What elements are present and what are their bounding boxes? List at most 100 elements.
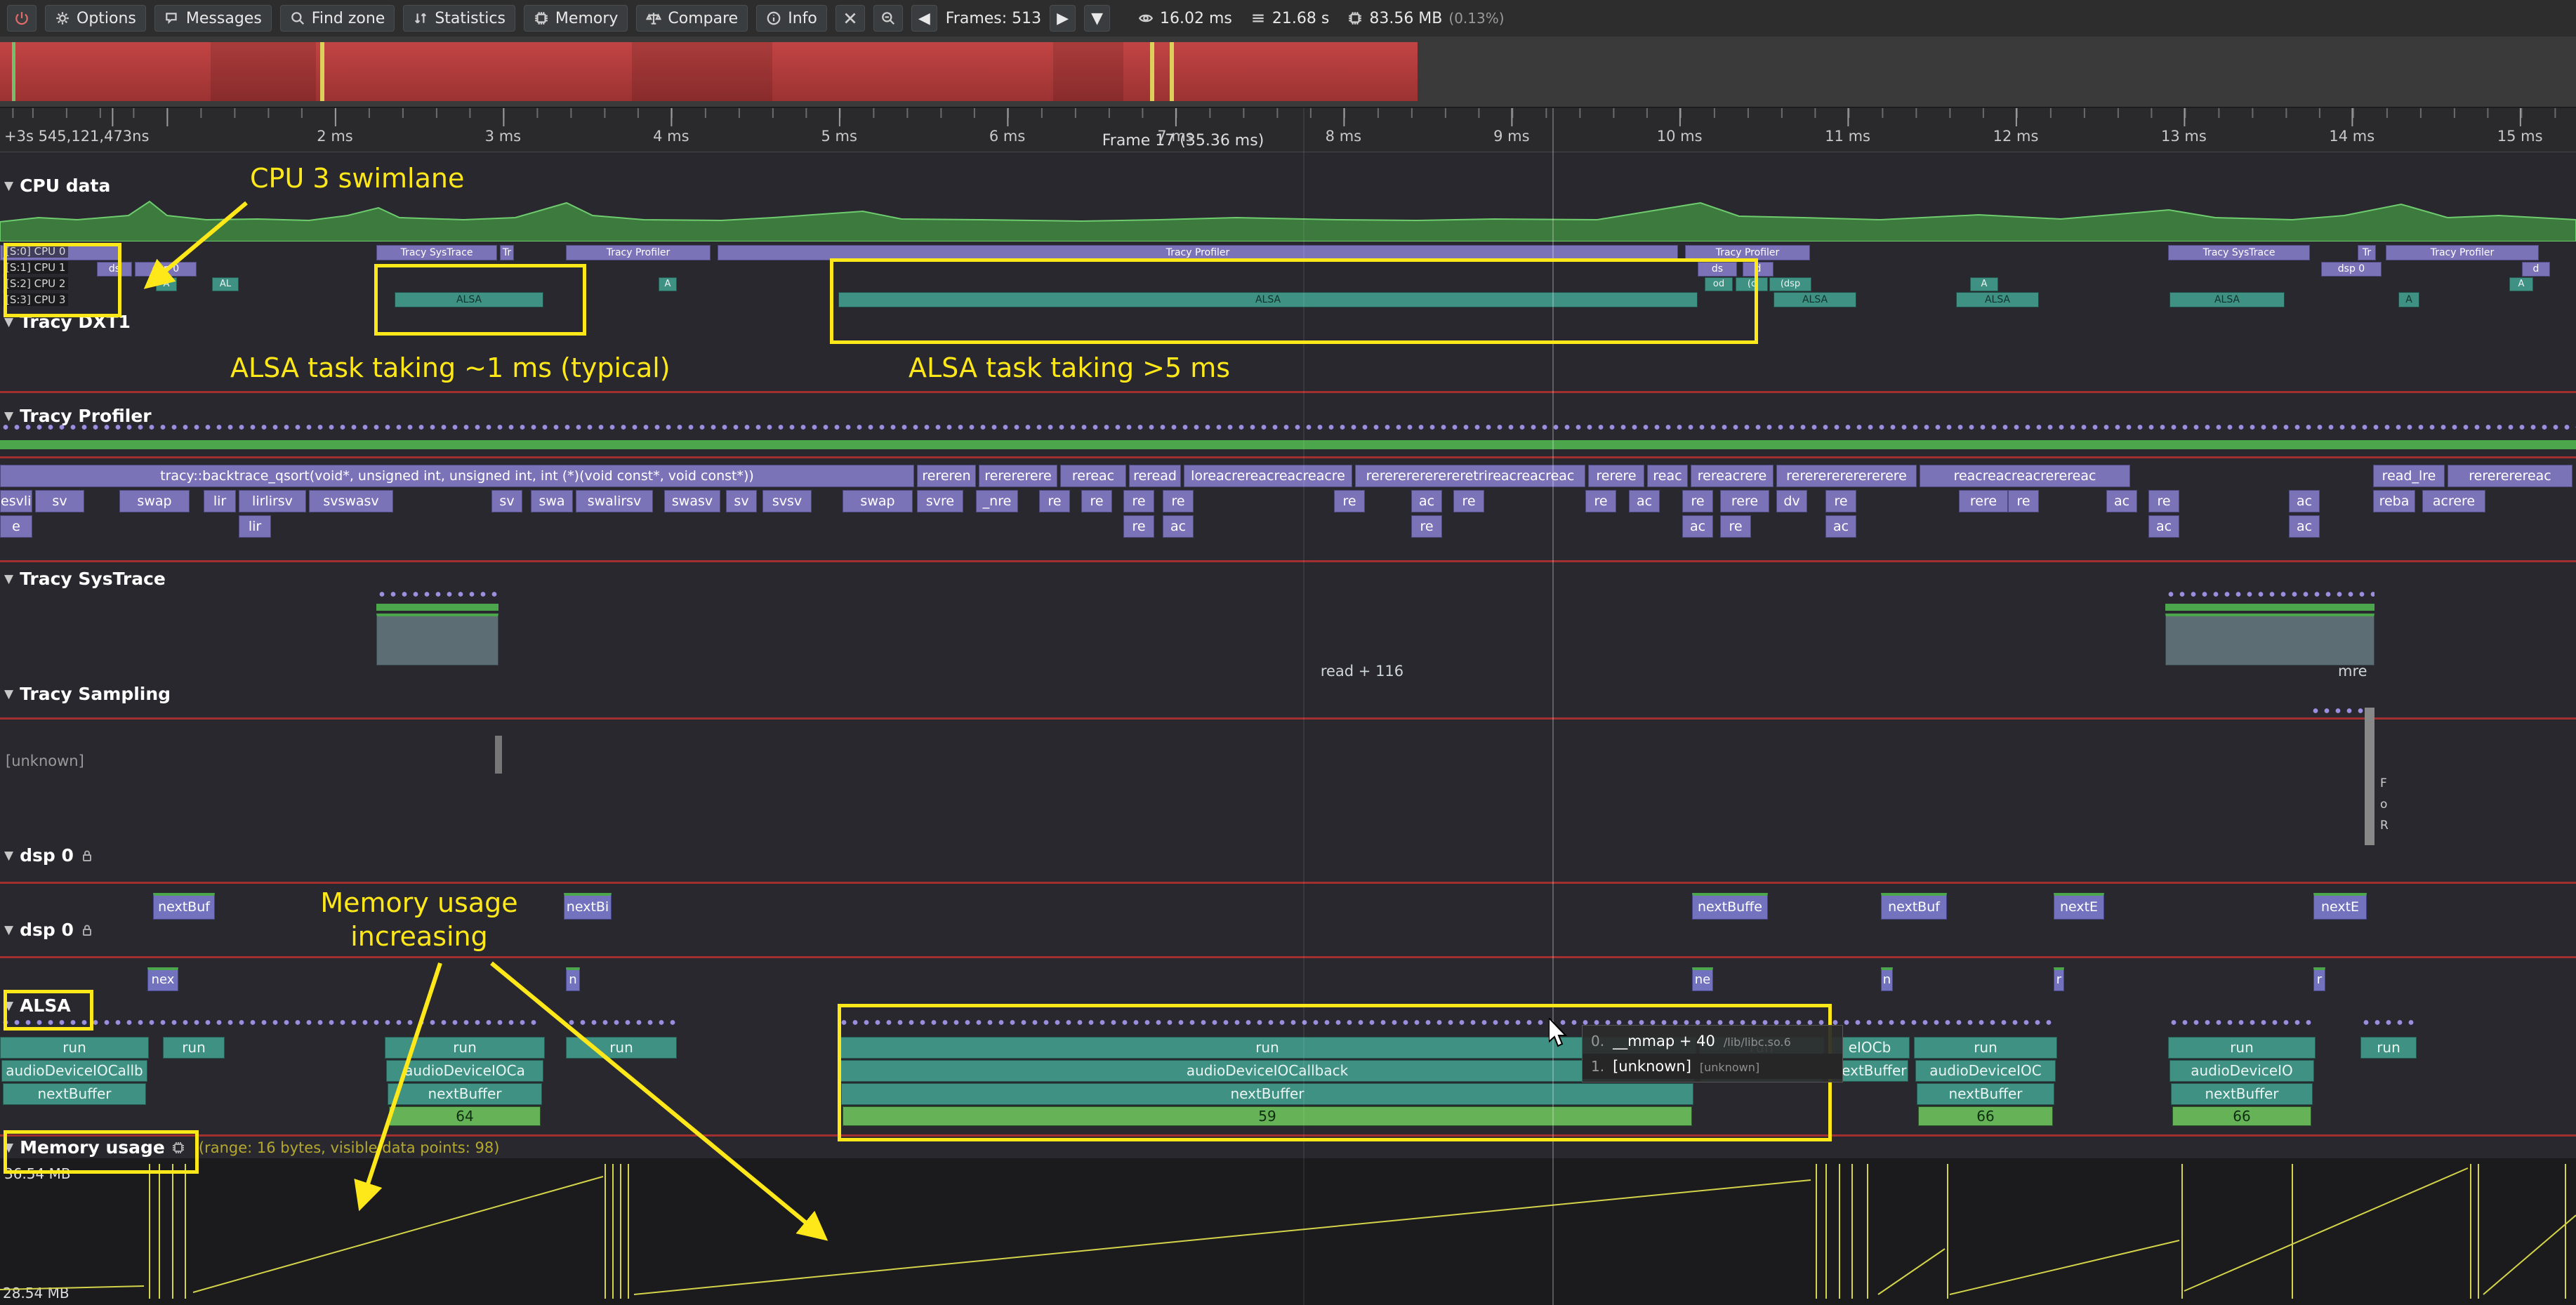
cpu1-zone[interactable]: dsp 0 (135, 262, 197, 277)
profiler-zone[interactable]: ac (1629, 490, 1660, 512)
memory-button[interactable]: Memory (524, 5, 628, 32)
alsa-zone[interactable]: run (566, 1037, 677, 1059)
alsa-zone[interactable]: run (0, 1037, 149, 1059)
profiler-zone[interactable]: re (1163, 490, 1194, 512)
dsp-zone[interactable]: ne (1692, 967, 1713, 991)
dsp-zone[interactable]: n (566, 967, 580, 991)
cpu1-zone[interactable]: dsp 0 (2321, 262, 2382, 277)
systrace-zone[interactable] (376, 614, 498, 665)
collapse-triangle-icon[interactable]: ▼ (4, 923, 13, 937)
messages-button[interactable]: Messages (154, 5, 272, 32)
profiler-zone[interactable]: reread (1129, 465, 1181, 487)
profiler-zone[interactable]: re (1682, 490, 1713, 512)
profiler-zone[interactable]: reac (1647, 465, 1688, 487)
profiler-zone[interactable]: esvlirswa (0, 490, 32, 512)
info-button[interactable]: Info (756, 5, 827, 32)
profiler-zone[interactable]: re (1039, 490, 1070, 512)
compare-button[interactable]: Compare (636, 5, 748, 32)
cpu3-alsa-zone[interactable]: ALSA (1956, 292, 2039, 307)
options-button[interactable]: Options (45, 5, 146, 32)
profiler-zone[interactable]: e (0, 515, 32, 538)
collapse-triangle-icon[interactable]: ▼ (4, 179, 13, 193)
profiler-zone[interactable]: rerererererereretrireacreacreac (1355, 465, 1585, 487)
collapse-triangle-icon[interactable]: ▼ (4, 999, 13, 1013)
alsa-zone[interactable]: run (163, 1037, 225, 1059)
alsa-zone[interactable]: audioDeviceIOCallback (840, 1060, 1695, 1082)
alsa-zone[interactable]: audioDeviceIOC (1915, 1060, 2056, 1082)
dsp-zone[interactable]: nex (147, 967, 178, 991)
profiler-zone[interactable]: re (2008, 490, 2039, 512)
alsa-zone[interactable]: run (385, 1037, 545, 1059)
profiler-zone[interactable]: ac (1163, 515, 1194, 538)
dsp-zone[interactable]: nextBuffe (1692, 893, 1768, 920)
profiler-zone[interactable]: swap (843, 490, 913, 512)
profiler-zone[interactable]: rerererereac (2448, 465, 2572, 487)
profiler-zone[interactable]: re (2148, 490, 2179, 512)
section-header-tracy-profiler[interactable]: ▼Tracy Profiler (4, 406, 152, 426)
profiler-zone[interactable]: lirlirsv (239, 490, 306, 512)
profiler-zone[interactable]: dv (1776, 490, 1807, 512)
dsp-zone[interactable]: nextBuf (153, 893, 215, 920)
alsa-zone[interactable]: run (1914, 1037, 2057, 1059)
profiler-zone[interactable]: tracy::backtrace_qsort(void*, unsigned i… (0, 465, 914, 487)
find-zone-button[interactable]: Find zone (280, 5, 395, 32)
profiler-zone[interactable]: swalirsv (576, 490, 653, 512)
profiler-zone[interactable]: ac (2289, 490, 2320, 512)
systrace-zone[interactable] (2165, 614, 2374, 665)
section-header-tracy-sampling[interactable]: ▼Tracy Sampling (4, 684, 171, 704)
section-header-memory-usage[interactable]: ▼Memory usage(range: 16 bytes, visible d… (4, 1137, 499, 1158)
profiler-zone[interactable]: ac (2148, 515, 2179, 538)
frame-overview-strip[interactable] (0, 37, 2576, 108)
cpu0-zone[interactable]: Tracy Profiler (1685, 245, 1810, 260)
alsa-zone[interactable]: nextBuffer (841, 1083, 1693, 1105)
alsa-zone[interactable]: audioDeviceIOCallb (1, 1060, 147, 1082)
cpu-usage-graph[interactable] (0, 198, 2576, 241)
profiler-zone[interactable]: rere (1720, 490, 1769, 512)
profiler-zone[interactable]: sv (491, 490, 522, 512)
cpu0-zone[interactable]: Tr (2358, 245, 2376, 260)
profiler-zone[interactable]: re (1720, 515, 1751, 538)
profiler-zone[interactable]: re (1585, 490, 1616, 512)
profiler-zone[interactable]: rereren (917, 465, 976, 487)
section-header-dsp-0[interactable]: ▼dsp 0 (4, 920, 94, 940)
cpu1-zone[interactable]: ds (97, 262, 132, 277)
collapse-triangle-icon[interactable]: ▼ (4, 409, 13, 423)
profiler-zone[interactable]: ac (2289, 515, 2320, 538)
zoom-to-frame-button[interactable]: ▼ (1084, 5, 1110, 32)
profiler-zone[interactable]: reacreacreacrerereac (1920, 465, 2130, 487)
sampling-zone[interactable] (2365, 708, 2374, 845)
cpu0-zone[interactable]: Tracy Profiler (718, 245, 1678, 260)
profiler-zone[interactable]: sv (35, 490, 84, 512)
tools-button[interactable] (835, 5, 865, 32)
dsp-zone[interactable]: nextBi (564, 893, 612, 920)
profiler-zone[interactable]: sv (726, 490, 757, 512)
profiler-zone[interactable]: svre (917, 490, 963, 512)
profiler-zone[interactable]: ac (2106, 490, 2137, 512)
profiler-zone[interactable]: re (1453, 490, 1484, 512)
profiler-zone[interactable]: _nre (976, 490, 1018, 512)
profiler-zone[interactable]: rere (1959, 490, 2008, 512)
alsa-zone[interactable]: nextBuffer (2171, 1083, 2313, 1105)
dsp-zone[interactable]: nextE (2313, 893, 2367, 920)
cpu2-zone[interactable]: od (1705, 277, 1733, 291)
cpu0-zone[interactable]: Tracy Profiler (566, 245, 711, 260)
cpu3-alsa-zone[interactable]: ALSA (1774, 292, 1856, 307)
cpu2-zone[interactable]: (dsp (1769, 277, 1811, 291)
profiler-zone[interactable]: ac (1825, 515, 1856, 538)
cpu2-zone[interactable]: A (1970, 277, 1998, 291)
section-header-tracy-systrace[interactable]: ▼Tracy SysTrace (4, 569, 166, 589)
cpu3-alsa-zone[interactable]: ALSA (838, 292, 1698, 307)
cpu3-alsa-zone[interactable]: ALSA (395, 292, 543, 307)
next-frame-button[interactable]: ▶ (1050, 5, 1076, 32)
profiler-zone[interactable]: re (1334, 490, 1365, 512)
cpu2-zone[interactable]: A (156, 277, 177, 291)
cpu1-zone[interactable]: d (2522, 262, 2550, 277)
cpu3-alsa-zone[interactable]: ALSA (2169, 292, 2285, 307)
profiler-zone[interactable]: acrere (2422, 490, 2485, 512)
cpu0-zone[interactable]: Tracy SysTrace (2168, 245, 2310, 260)
alsa-zone[interactable]: nextBuffer (3, 1083, 146, 1105)
profiler-zone[interactable]: ac (1411, 490, 1442, 512)
dsp-zone[interactable]: nextE (2054, 893, 2104, 920)
cpu1-zone[interactable]: ds (1698, 262, 1737, 277)
profiler-zone[interactable]: re (1825, 490, 1856, 512)
